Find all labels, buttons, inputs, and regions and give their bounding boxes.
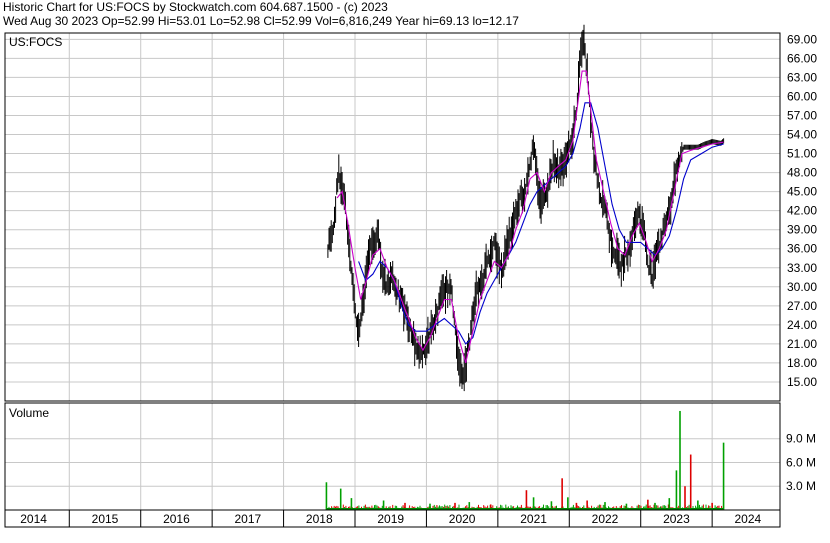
- price-tick-label: 21.00: [787, 337, 817, 351]
- year-label: 2020: [449, 512, 476, 526]
- price-tick-label: 42.00: [787, 204, 817, 218]
- price-tick-label: 66.00: [787, 51, 817, 65]
- price-series: [327, 24, 725, 392]
- price-tick-label: 36.00: [787, 242, 817, 256]
- year-label: 2017: [235, 512, 262, 526]
- price-tick-label: 63.00: [787, 70, 817, 84]
- year-label: 2016: [163, 512, 190, 526]
- price-tick-label: 48.00: [787, 166, 817, 180]
- price-tick-label: 54.00: [787, 128, 817, 142]
- price-tick-label: 39.00: [787, 223, 817, 237]
- year-label: 2023: [663, 512, 690, 526]
- price-tick-label: 57.00: [787, 108, 817, 122]
- price-tick-label: 69.00: [787, 32, 817, 46]
- price-tick-label: 24.00: [787, 318, 817, 332]
- year-label: 2024: [735, 512, 762, 526]
- price-tick-label: 27.00: [787, 299, 817, 313]
- year-label: 2019: [377, 512, 404, 526]
- price-tick-label: 60.00: [787, 89, 817, 103]
- volume-panel-frame: [4, 402, 781, 511]
- volume-bars: [325, 410, 725, 510]
- year-label: 2021: [520, 512, 547, 526]
- price-tick-label: 45.00: [787, 185, 817, 199]
- axis-labels: 2014 2015 2016 2017 2018 2019 2020 2021 2022 2023…: [9, 32, 817, 526]
- price-tick-label: 30.00: [787, 280, 817, 294]
- year-label: 2018: [306, 512, 333, 526]
- price-tick-label: 51.00: [787, 147, 817, 161]
- year-label: 2014: [20, 512, 47, 526]
- stock-chart: 2014 2015 2016 2017 2018 2019 2020 2021 2022 2023…: [4, 24, 817, 528]
- price-tick-label: 15.00: [787, 375, 817, 389]
- price-tick-label: 33.00: [787, 261, 817, 275]
- year-label: 2015: [92, 512, 119, 526]
- volume-tick-label: 9.0 M: [786, 432, 816, 446]
- volume-tick-label: 3.0 M: [786, 479, 816, 493]
- volume-label: Volume: [9, 406, 49, 420]
- symbol-label: US:FOCS: [9, 35, 62, 49]
- price-tick-label: 18.00: [787, 356, 817, 370]
- year-label: 2022: [592, 512, 619, 526]
- volume-tick-label: 6.0 M: [786, 455, 816, 469]
